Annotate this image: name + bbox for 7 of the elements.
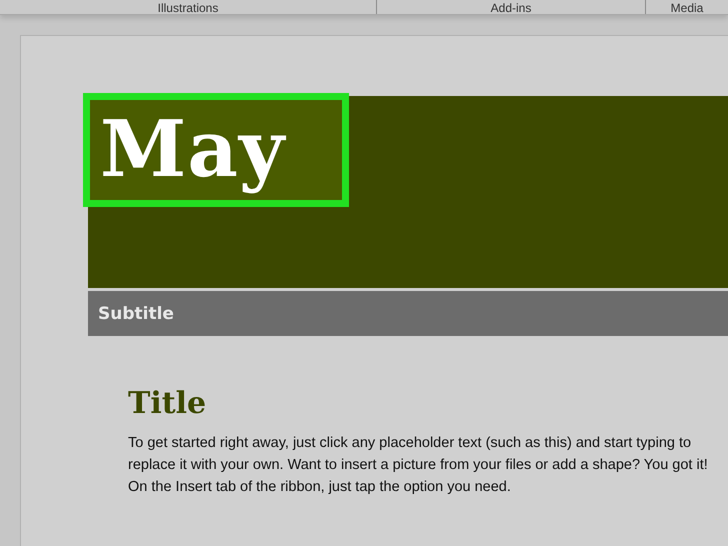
title-text-box[interactable]: May: [83, 93, 349, 207]
subtitle-text[interactable]: Subtitle: [98, 304, 174, 324]
document-title[interactable]: Title: [128, 384, 728, 424]
body-paragraph[interactable]: To get started right away, just click any placeholder text (such as this) and start typing to replace it with your own. Want to insert a picture from your files or add a shape? You got it! On the Insert tab of the ribbon, just tap the option you need.: [128, 432, 728, 498]
ribbon-group-label: Add-ins: [490, 2, 532, 14]
ribbon-group-label: Illustrations: [158, 2, 218, 14]
ribbon-group-label: Media: [670, 2, 704, 14]
